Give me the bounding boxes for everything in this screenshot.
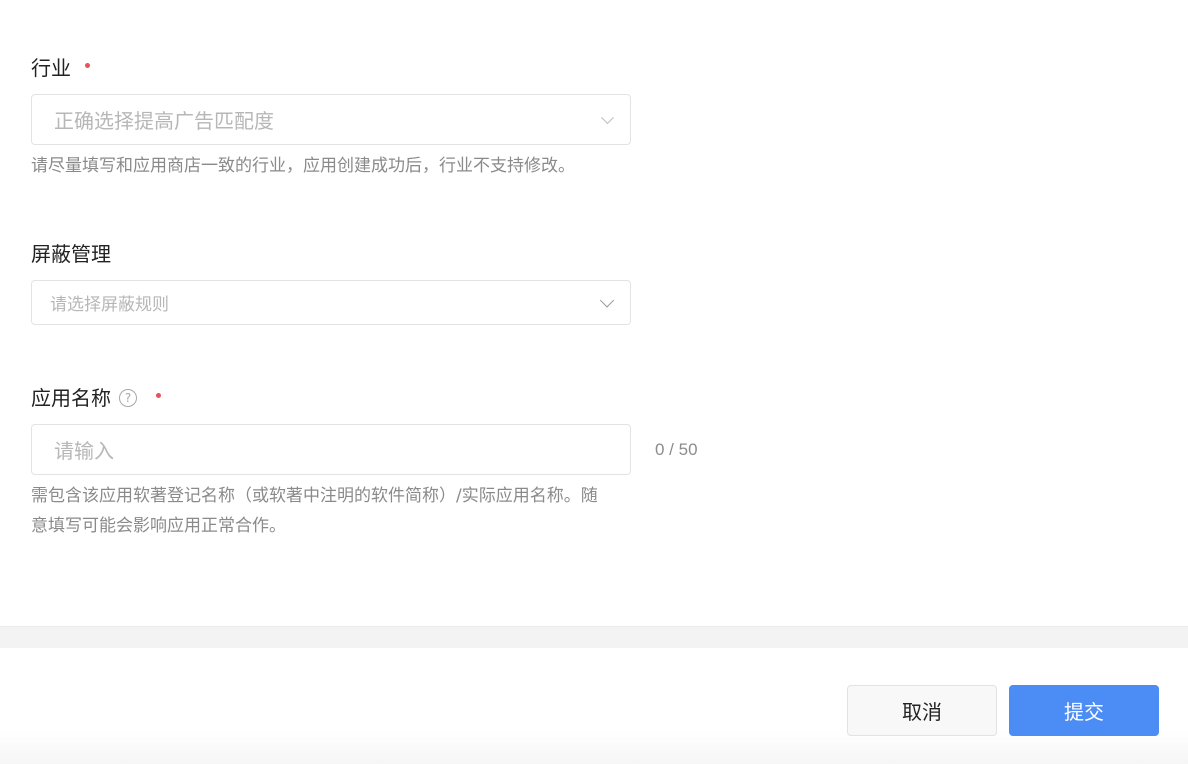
shield-rule-select[interactable]: 请选择屏蔽规则 (31, 280, 631, 325)
app-name-input[interactable]: 请输入 (31, 424, 631, 475)
industry-field: 行业 (31, 54, 90, 82)
app-name-field: 应用名称 ? (31, 384, 161, 412)
form-footer: 取消 提交 (0, 648, 1188, 764)
app-name-hint: 需包含该应用软著登记名称（或软著中注明的软件简称）/实际应用名称。随 意填写可能… (31, 481, 635, 541)
shield-label: 屏蔽管理 (31, 242, 111, 266)
chevron-down-icon (601, 110, 614, 124)
app-name-input-placeholder: 请输入 (54, 439, 114, 463)
industry-label-text: 行业 (31, 56, 71, 80)
section-divider (0, 626, 1188, 648)
industry-select[interactable]: 正确选择提高广告匹配度 (31, 94, 631, 145)
required-indicator (156, 392, 161, 398)
industry-hint: 请尽量填写和应用商店一致的行业，应用创建成功后，行业不支持修改。 (31, 156, 575, 176)
app-name-label: 应用名称 ? (31, 384, 161, 412)
question-circle-icon[interactable]: ? (119, 389, 137, 407)
app-create-form-page: 行业 正确选择提高广告匹配度 请尽量填写和应用商店一致的行业，应用创建成功后，行… (0, 0, 1188, 764)
app-name-hint-line2: 意填写可能会影响应用正常合作。 (31, 516, 286, 536)
char-counter: 0 / 50 (655, 440, 698, 459)
required-indicator (85, 62, 90, 68)
chevron-down-icon (599, 292, 615, 308)
app-name-label-text: 应用名称 (31, 386, 111, 410)
shield-select-placeholder: 请选择屏蔽规则 (50, 295, 169, 315)
cancel-button[interactable]: 取消 (847, 685, 997, 736)
industry-select-placeholder: 正确选择提高广告匹配度 (54, 109, 274, 133)
industry-label: 行业 (31, 54, 90, 82)
form-area: 行业 正确选择提高广告匹配度 请尽量填写和应用商店一致的行业，应用创建成功后，行… (0, 0, 1188, 626)
shield-field: 屏蔽管理 (31, 240, 111, 268)
app-name-hint-line1: 需包含该应用软著登记名称（或软著中注明的软件简称）/实际应用名称。随 (31, 486, 598, 506)
submit-button[interactable]: 提交 (1009, 685, 1159, 736)
